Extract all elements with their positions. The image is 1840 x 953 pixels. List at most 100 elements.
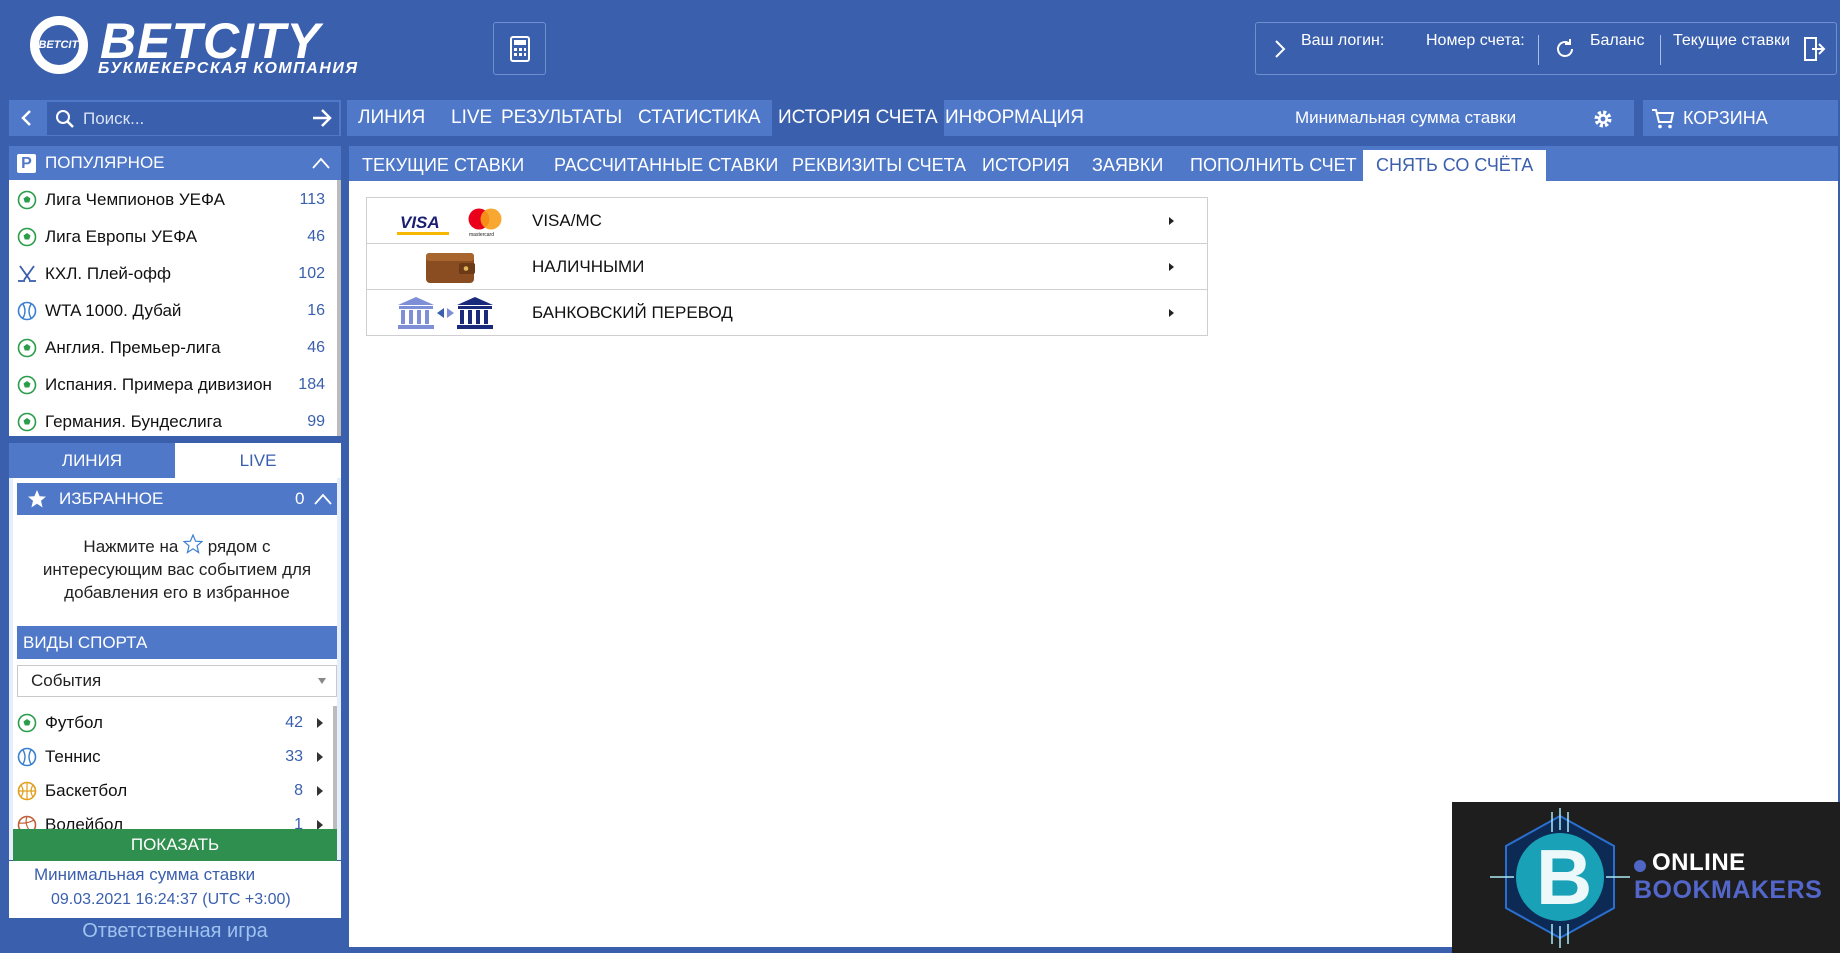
svg-text:B: B bbox=[1536, 833, 1592, 921]
popular-item[interactable]: Англия. Премьер-лига 46 bbox=[9, 328, 337, 365]
sport-item-tennis[interactable]: Теннис 33 bbox=[13, 740, 337, 774]
main-nav: ЛИНИЯ LIVE РЕЗУЛЬТАТЫ СТАТИСТИКА ИСТОРИЯ… bbox=[347, 100, 1634, 136]
football-icon bbox=[17, 412, 37, 432]
popular-item[interactable]: WTA 1000. Дубай 16 bbox=[9, 291, 337, 328]
tab-account-details[interactable]: РЕКВИЗИТЫ СЧЕТА bbox=[779, 150, 979, 181]
nav-statistics[interactable]: СТАТИСТИКА bbox=[632, 100, 767, 136]
popular-title: ПОПУЛЯРНОЕ bbox=[45, 153, 165, 172]
football-icon bbox=[17, 338, 37, 358]
logo-emblem-icon: BETCITY bbox=[30, 16, 88, 74]
football-icon bbox=[17, 713, 37, 733]
tab-deposit[interactable]: ПОПОЛНИТЬ СЧЕТ bbox=[1177, 150, 1370, 181]
sport-count: 33 bbox=[285, 748, 303, 765]
online-dot-icon bbox=[1634, 860, 1646, 872]
tab-history[interactable]: ИСТОРИЯ bbox=[969, 150, 1082, 181]
favorites-hint: Нажмите на рядом с интересующим вас собы… bbox=[27, 534, 327, 604]
popular-icon: P bbox=[17, 154, 36, 173]
popular-item-label: Германия. Бундеслига bbox=[45, 412, 222, 431]
withdraw-method-label: VISA/MC bbox=[532, 211, 602, 230]
divider bbox=[1660, 35, 1661, 65]
popular-item-count: 99 bbox=[307, 413, 325, 430]
tab-withdraw[interactable]: СНЯТЬ СО СЧЁТА bbox=[1363, 150, 1547, 181]
show-button[interactable]: ПОКАЗАТЬ bbox=[13, 829, 337, 861]
cart-button[interactable]: КОРЗИНА bbox=[1643, 100, 1838, 136]
chevron-up-icon[interactable] bbox=[313, 492, 333, 506]
min-stake-footer-link[interactable]: Минимальная сумма ставки bbox=[34, 865, 255, 885]
online-bookmakers-logo-icon: B bbox=[1490, 808, 1630, 948]
triangle-right-icon bbox=[1169, 217, 1174, 225]
withdraw-method-visa-mc[interactable]: VISA mastercard VISA/MC bbox=[367, 198, 1207, 244]
sport-item-football[interactable]: Футбол 42 bbox=[13, 706, 337, 740]
nav-results[interactable]: РЕЗУЛЬТАТЫ bbox=[495, 100, 628, 136]
triangle-right-icon bbox=[1169, 263, 1174, 271]
popular-item-label: WTA 1000. Дубай bbox=[45, 301, 182, 320]
tennis-icon bbox=[17, 747, 37, 767]
sidebar-footer: Минимальная сумма ставки 09.03.2021 16:2… bbox=[9, 861, 341, 918]
sport-label: Футбол bbox=[45, 713, 103, 732]
account-number-label: Номер счета: bbox=[1426, 32, 1525, 49]
basketball-icon bbox=[17, 781, 37, 801]
popular-item-count: 16 bbox=[307, 302, 325, 319]
sports-header: ВИДЫ СПОРТА bbox=[17, 626, 337, 659]
balance-label: Баланс bbox=[1590, 32, 1645, 49]
tab-line[interactable]: ЛИНИЯ bbox=[9, 443, 175, 478]
triangle-right-icon bbox=[1169, 309, 1174, 317]
sports-scrollbar[interactable] bbox=[333, 706, 337, 846]
cart-icon bbox=[1652, 109, 1675, 129]
triangle-right-icon bbox=[317, 718, 323, 728]
chevron-up-icon[interactable] bbox=[311, 156, 331, 170]
tab-settled-bets[interactable]: РАССЧИТАННЫЕ СТАВКИ bbox=[541, 150, 791, 181]
min-stake-link[interactable]: Минимальная сумма ставки bbox=[1295, 100, 1516, 136]
popular-header[interactable]: P ПОПУЛЯРНОЕ bbox=[9, 146, 341, 180]
gear-icon[interactable] bbox=[1592, 108, 1614, 130]
nav-live[interactable]: LIVE bbox=[445, 100, 498, 136]
star-icon bbox=[28, 490, 46, 508]
popular-item[interactable]: Лига Европы УЕФА 46 bbox=[9, 217, 337, 254]
mobile-app-button[interactable] bbox=[493, 22, 546, 75]
arrow-right-icon[interactable] bbox=[310, 107, 334, 129]
popular-item-count: 46 bbox=[307, 228, 325, 245]
logout-icon[interactable] bbox=[1803, 36, 1827, 62]
nav-account-history[interactable]: ИСТОРИЯ СЧЕТА bbox=[772, 100, 944, 136]
chevron-left-icon[interactable] bbox=[12, 104, 42, 132]
popular-item-label: Лига Чемпионов УЕФА bbox=[45, 190, 225, 209]
login-label: Ваш логин: bbox=[1301, 32, 1385, 49]
online-bookmakers-watermark: B ONLINE BOOKMAKERS bbox=[1452, 802, 1840, 953]
popular-item-count: 46 bbox=[307, 339, 325, 356]
refresh-icon[interactable] bbox=[1553, 37, 1577, 61]
nav-information[interactable]: ИНФОРМАЦИЯ bbox=[939, 100, 1090, 136]
search-input[interactable] bbox=[83, 105, 293, 132]
sport-label: Баскетбол bbox=[45, 781, 128, 800]
caret-down-icon bbox=[318, 678, 326, 684]
responsible-gaming-link[interactable]: Ответственная игра bbox=[9, 920, 341, 943]
bank-transfer-icon bbox=[398, 297, 493, 329]
popular-item[interactable]: КХЛ. Плей-офф 102 bbox=[9, 254, 337, 291]
popular-item[interactable]: Германия. Бундеслига 99 bbox=[9, 402, 337, 436]
tab-current-bets[interactable]: ТЕКУЩИЕ СТАВКИ bbox=[349, 150, 537, 181]
current-bets-link[interactable]: Текущие ставки bbox=[1673, 32, 1790, 50]
chevron-right-icon[interactable] bbox=[1270, 37, 1290, 61]
sport-item-basketball[interactable]: Баскетбол 8 bbox=[13, 774, 337, 808]
watermark-line1: ONLINE bbox=[1652, 849, 1746, 876]
sport-label: Теннис bbox=[45, 747, 101, 766]
events-filter-select[interactable]: События bbox=[17, 665, 337, 697]
nav-line[interactable]: ЛИНИЯ bbox=[352, 100, 431, 136]
withdraw-method-cash[interactable]: НАЛИЧНЫМИ bbox=[367, 244, 1207, 290]
sports-panel: ВИДЫ СПОРТА События Футбол 42 Теннис 33 … bbox=[9, 620, 341, 860]
betcity-logo[interactable]: BETCITY BETCITY БУКМЕКЕРСКАЯ КОМПАНИЯ bbox=[30, 13, 400, 80]
popular-item-label: Лига Европы УЕФА bbox=[45, 227, 198, 246]
watermark-line2: BOOKMAKERS bbox=[1634, 876, 1823, 904]
logo-subtitle: БУКМЕКЕРСКАЯ КОМПАНИЯ bbox=[98, 60, 359, 77]
withdraw-method-label: БАНКОВСКИЙ ПЕРЕВОД bbox=[532, 303, 733, 322]
withdraw-method-bank-transfer[interactable]: БАНКОВСКИЙ ПЕРЕВОД bbox=[367, 290, 1207, 336]
popular-item[interactable]: Испания. Примера дивизион 184 bbox=[9, 365, 337, 402]
cart-label: КОРЗИНА bbox=[1683, 108, 1768, 128]
tab-live[interactable]: LIVE bbox=[175, 443, 341, 478]
favorites-header[interactable]: ИЗБРАННОЕ 0 bbox=[17, 483, 337, 515]
tab-requests[interactable]: ЗАЯВКИ bbox=[1079, 150, 1176, 181]
search-box bbox=[47, 102, 339, 135]
football-icon bbox=[17, 190, 37, 210]
header: BETCITY BETCITY БУКМЕКЕРСКАЯ КОМПАНИЯ Ва… bbox=[0, 0, 1840, 96]
popular-item[interactable]: Лига Чемпионов УЕФА 113 bbox=[9, 180, 337, 217]
favorites-hint-text: Нажмите на bbox=[83, 537, 179, 556]
